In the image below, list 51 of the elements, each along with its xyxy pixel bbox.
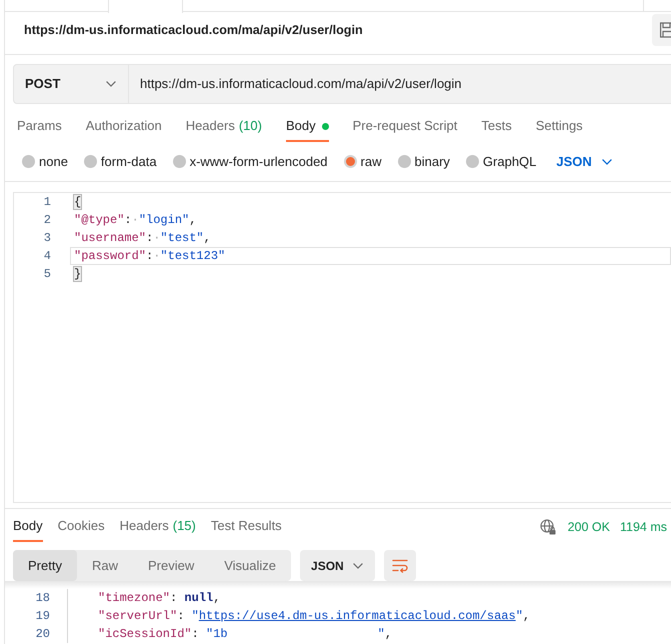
body-type-option[interactable]: raw	[344, 152, 382, 172]
body-type-option[interactable]: x-www-form-urlencoded	[172, 152, 328, 172]
response-tab[interactable]: Body	[13, 512, 43, 542]
line-number: 2	[42, 212, 51, 229]
code-line: "icSessionId": "1b ",	[97, 626, 392, 643]
code-line: "serverUrl": "https://use4.dm-us.informaticacloud.com/saas",	[97, 608, 530, 625]
code-line: "@type":·"login",	[73, 212, 198, 229]
request-tab[interactable]: Headers (10)	[186, 112, 262, 142]
line-number: 19	[34, 608, 50, 625]
save-button[interactable]	[652, 14, 671, 46]
request-tab[interactable]: Body	[286, 112, 329, 142]
response-time: 1194 ms	[620, 518, 667, 536]
code-line: "username":·"test",	[73, 230, 212, 247]
response-tab[interactable]: Cookies	[58, 512, 105, 542]
line-number: 3	[42, 230, 51, 247]
globe-lock-icon	[540, 519, 556, 535]
body-type-option[interactable]: form-data	[84, 152, 157, 172]
line-number: 4	[42, 248, 51, 265]
view-mode-tab[interactable]: Pretty	[13, 550, 77, 581]
view-mode-tab[interactable]: Preview	[132, 550, 210, 581]
code-line: "timezone": null,	[97, 590, 220, 607]
body-type-option[interactable]: binary	[398, 152, 450, 172]
view-mode-tab[interactable]: Raw	[76, 550, 133, 581]
view-mode-tab[interactable]: Visualize	[209, 550, 292, 581]
line-number: 1	[42, 194, 51, 211]
request-tab[interactable]: Authorization	[86, 112, 162, 142]
body-type-option[interactable]: none	[22, 152, 68, 172]
request-tab[interactable]: Tests	[481, 112, 512, 142]
response-tab[interactable]: Test Results	[210, 512, 282, 542]
url-link[interactable]: https://use4.dm-us.informaticacloud.com/saas	[198, 609, 516, 623]
line-number: 5	[42, 266, 51, 283]
request-tab[interactable]: Settings	[536, 112, 583, 142]
chevron-down-icon	[602, 158, 612, 164]
url-field[interactable]: https://dm-us.informaticacloud.com/ma/api/v2/user/login	[129, 64, 671, 104]
response-tab[interactable]: Headers (15)	[120, 512, 196, 542]
chevron-down-icon	[106, 81, 116, 87]
text-wrap-icon	[392, 558, 408, 572]
body-type-option[interactable]: GraphQL	[466, 152, 536, 172]
chevron-down-icon	[353, 562, 364, 568]
request-tab[interactable]: Params	[17, 112, 62, 142]
request-title: https://dm-us.informaticacloud.com/ma/api/v2/user/login	[24, 22, 363, 39]
save-icon	[659, 22, 671, 38]
code-editor[interactable]: 1 { 2 "@type":·"login", 3 "username":·"test", 4 "password":·"test123" 5 }	[13, 192, 671, 503]
line-number: 18	[34, 590, 50, 607]
method-dropdown[interactable]: POST	[13, 64, 129, 104]
request-tab[interactable]: Pre-request Script	[352, 112, 458, 142]
wrap-button[interactable]	[384, 550, 416, 581]
status-code: 200 OK	[568, 518, 610, 536]
line-number: 20	[34, 626, 50, 643]
format-dropdown[interactable]: JSON	[300, 550, 376, 581]
language-dropdown[interactable]: JSON	[556, 152, 612, 172]
